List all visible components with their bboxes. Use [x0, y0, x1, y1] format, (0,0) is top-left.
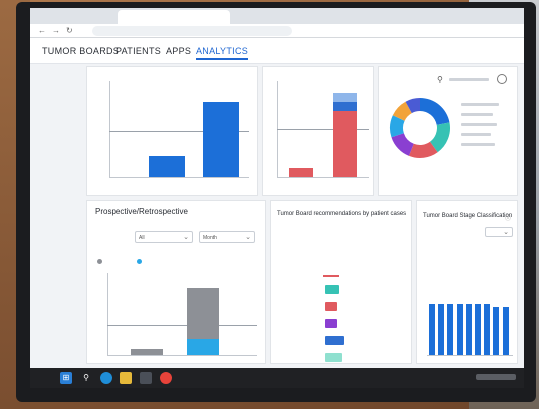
- search-icon[interactable]: ⚲: [80, 372, 92, 384]
- bar: [493, 307, 500, 355]
- panel-prospective: Prospective/Retrospective All ⌄ Month ⌄: [86, 200, 266, 364]
- chevron-down-icon: ⌄: [503, 229, 509, 236]
- taskbar: ⊞ ⚲: [30, 368, 524, 388]
- x-axis-select[interactable]: All ⌄: [135, 231, 193, 243]
- bar: [447, 304, 454, 355]
- top-indicator: [323, 275, 339, 277]
- bar: [438, 304, 445, 355]
- y-axis: [107, 273, 108, 355]
- app-icon[interactable]: [140, 372, 152, 384]
- bar: [465, 304, 472, 355]
- reference-line: [107, 325, 257, 326]
- browser-tab-strip: [30, 8, 524, 24]
- bar: [325, 285, 340, 294]
- bar: [325, 353, 342, 362]
- donut-slice: [420, 98, 450, 125]
- panel-title: Tumor Board Stage Classification: [423, 213, 513, 219]
- search-icon[interactable]: ⚲: [437, 75, 443, 84]
- panel-chart-blue: [86, 66, 258, 196]
- legend-line: [461, 123, 497, 126]
- panel-chart-donut: ⚲: [378, 66, 518, 196]
- x-axis: [277, 177, 369, 178]
- system-tray: [476, 374, 516, 380]
- windows-start-icon[interactable]: ⊞: [60, 372, 72, 384]
- legend-dot-cyan: [137, 259, 142, 264]
- nav-tumor-boards[interactable]: TUMOR BOARDS: [42, 46, 119, 56]
- donut-chart: [390, 98, 450, 158]
- url-field[interactable]: [92, 26, 292, 36]
- nav-apps[interactable]: APPS: [166, 46, 191, 56]
- bar: [456, 304, 463, 355]
- reload-icon[interactable]: ↻: [66, 26, 73, 35]
- x-axis: [427, 355, 513, 356]
- edge-icon[interactable]: [100, 372, 112, 384]
- legend-line: [461, 113, 493, 116]
- bar: [484, 304, 491, 355]
- bar: [502, 307, 509, 355]
- panel-title: Tumor Board recommendations by patient c…: [277, 211, 407, 217]
- panel-chart-red: [262, 66, 374, 196]
- x-axis: [109, 177, 249, 178]
- bar-segment: [333, 111, 357, 177]
- browser-address-bar: ← → ↻: [30, 24, 524, 38]
- monitor-screen: ← → ↻ TUMOR BOARDS PATIENTS APPS ANALYTI…: [30, 8, 524, 388]
- bar-segment: [187, 338, 219, 355]
- nav-analytics[interactable]: ANALYTICS: [196, 46, 249, 60]
- nav-patients[interactable]: PATIENTS: [116, 46, 161, 56]
- bar: [429, 304, 435, 355]
- browser-tab[interactable]: [118, 10, 230, 24]
- file-explorer-icon[interactable]: [120, 372, 132, 384]
- bar: [325, 336, 345, 345]
- bar-segment: [187, 288, 219, 339]
- panel-recommendations: Tumor Board recommendations by patient c…: [270, 200, 412, 364]
- arrow-left-icon[interactable]: ←: [38, 26, 46, 35]
- stage-filter-select[interactable]: ⌄: [485, 227, 513, 237]
- bar: [203, 102, 239, 177]
- legend-dot-gray: [97, 259, 102, 264]
- legend-line: [461, 143, 495, 146]
- bar-segment: [333, 93, 357, 102]
- chevron-down-icon: ⌄: [183, 234, 189, 241]
- panel-title: Prospective/Retrospective: [95, 207, 188, 216]
- info-icon[interactable]: ⓘ: [505, 213, 511, 222]
- legend-line: [461, 133, 491, 136]
- y-axis-select-value: Month: [203, 235, 217, 241]
- x-axis: [107, 355, 257, 356]
- bar: [325, 302, 337, 311]
- arrow-right-icon[interactable]: →: [52, 26, 60, 35]
- bar: [475, 304, 481, 355]
- legend-line: [461, 103, 499, 106]
- avatar[interactable]: [497, 74, 507, 84]
- bar-segment: [289, 168, 313, 177]
- user-label: [449, 78, 489, 81]
- x-axis-select-value: All: [139, 235, 145, 241]
- y-axis: [109, 81, 110, 177]
- chrome-icon[interactable]: [160, 372, 172, 384]
- panel-stage: Tumor Board Stage Classification ⓘ ⌄: [416, 200, 518, 364]
- bar-segment: [333, 102, 357, 111]
- chevron-down-icon: ⌄: [245, 234, 251, 241]
- bar: [325, 319, 337, 328]
- y-axis-select[interactable]: Month ⌄: [199, 231, 255, 243]
- app-nav: TUMOR BOARDS PATIENTS APPS ANALYTICS: [30, 38, 524, 64]
- bar: [149, 155, 185, 177]
- bar-segment: [131, 348, 163, 355]
